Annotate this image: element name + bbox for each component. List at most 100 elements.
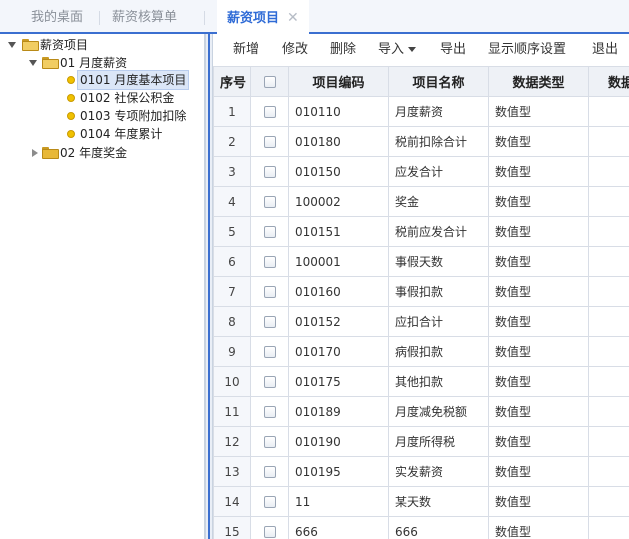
close-icon[interactable]: ✕ <box>287 10 299 26</box>
col-header-name[interactable]: 项目名称 <box>388 66 489 97</box>
cell-data <box>588 276 629 307</box>
tree-node-root[interactable]: 薪资项目 <box>40 36 88 54</box>
cell-code: 666 <box>288 516 389 539</box>
row-checkbox[interactable] <box>263 466 276 478</box>
cell-data-type: 数值型 <box>488 456 589 487</box>
cell-data-type: 数值型 <box>488 126 589 157</box>
table-row[interactable]: 11 010189 月度减免税额 数值型 <box>213 396 629 427</box>
chevron-down-icon <box>408 47 417 52</box>
cell-data <box>588 396 629 427</box>
row-checkbox[interactable] <box>263 286 276 298</box>
cell-data <box>588 336 629 367</box>
row-checkbox[interactable] <box>263 436 276 448</box>
row-checkbox[interactable] <box>263 346 276 358</box>
row-checkbox[interactable] <box>263 226 276 238</box>
row-index: 6 <box>213 246 251 277</box>
cell-name: 事假天数 <box>388 246 489 277</box>
tree-node-group-01[interactable]: 01 月度薪资 <box>60 54 127 72</box>
table-row[interactable]: 12 010190 月度所得税 数值型 <box>213 426 629 457</box>
row-index: 5 <box>213 216 251 247</box>
row-checkbox[interactable] <box>263 496 276 508</box>
tree-node-group-02[interactable]: 02 年度奖金 <box>60 144 127 162</box>
table-row[interactable]: 8 010152 应扣合计 数值型 <box>213 306 629 337</box>
table-row[interactable]: 5 010151 税前应发合计 数值型 <box>213 216 629 247</box>
cell-code: 010160 <box>288 276 389 307</box>
table-row[interactable]: 1 010110 月度薪资 数值型 <box>213 96 629 127</box>
expand-toggle-icon[interactable] <box>29 58 38 67</box>
tree-node-0103[interactable]: 0103 专项附加扣除 <box>80 107 186 125</box>
folder-open-icon <box>42 57 59 69</box>
row-select-cell <box>250 216 289 247</box>
cell-name: 应扣合计 <box>388 306 489 337</box>
row-select-cell <box>250 486 289 517</box>
col-header-select-all <box>250 66 289 97</box>
cell-data <box>588 246 629 277</box>
export-button[interactable]: 导出 <box>440 34 466 66</box>
tree-node-0101[interactable]: 0101 月度基本项目 <box>76 70 190 90</box>
display-order-button[interactable]: 显示顺序设置 <box>488 34 566 66</box>
row-checkbox[interactable] <box>263 376 276 388</box>
row-checkbox[interactable] <box>263 256 276 268</box>
row-checkbox[interactable] <box>263 166 276 178</box>
tab-my-desktop[interactable]: 我的桌面 <box>31 0 83 32</box>
row-index: 14 <box>213 486 251 517</box>
delete-button[interactable]: 删除 <box>330 34 356 66</box>
row-select-cell <box>250 246 289 277</box>
cell-data-type: 数值型 <box>488 276 589 307</box>
tab-separator <box>204 11 205 25</box>
row-index: 1 <box>213 96 251 127</box>
col-header-index[interactable]: 序号 <box>213 66 251 97</box>
tab-salary-calc-sheet[interactable]: 薪资核算单 <box>112 0 177 32</box>
tab-salary-items-label: 薪资项目 <box>227 11 280 26</box>
table-row[interactable]: 15 666 666 数值型 <box>213 516 629 539</box>
col-header-data-type[interactable]: 数据类型 <box>488 66 589 97</box>
salary-items-grid: 序号 项目编码 项目名称 数据类型 数据 1 010110月度薪资数值型 2 0101… <box>213 66 629 539</box>
table-row[interactable]: 14 11 某天数 数值型 <box>213 486 629 517</box>
cell-data <box>588 306 629 337</box>
cell-name: 月度所得税 <box>388 426 489 457</box>
cell-code: 010195 <box>288 456 389 487</box>
row-checkbox[interactable] <box>263 526 276 538</box>
import-dropdown-button[interactable]: 导入 <box>378 34 417 66</box>
table-row[interactable]: 2 010180 税前扣除合计 数值型 <box>213 126 629 157</box>
row-checkbox[interactable] <box>263 106 276 118</box>
exit-button[interactable]: 退出 <box>592 34 618 66</box>
import-label: 导入 <box>378 42 405 57</box>
edit-button[interactable]: 修改 <box>282 34 308 66</box>
table-row[interactable]: 4 100002 奖金 数值型 <box>213 186 629 217</box>
cell-code: 010175 <box>288 366 389 397</box>
cell-data-type: 数值型 <box>488 366 589 397</box>
table-row[interactable]: 13 010195 实发薪资 数值型 <box>213 456 629 487</box>
leaf-dot-icon <box>67 76 75 84</box>
cell-data <box>588 186 629 217</box>
cell-data <box>588 126 629 157</box>
row-checkbox[interactable] <box>263 136 276 148</box>
table-row[interactable]: 10 010175 其他扣款 数值型 <box>213 366 629 397</box>
row-select-cell <box>250 276 289 307</box>
col-header-code[interactable]: 项目编码 <box>288 66 389 97</box>
table-row[interactable]: 6 100001 事假天数 数值型 <box>213 246 629 277</box>
add-button[interactable]: 新增 <box>233 34 259 66</box>
cell-name: 税前应发合计 <box>388 216 489 247</box>
row-index: 3 <box>213 156 251 187</box>
tree-node-0102[interactable]: 0102 社保公积金 <box>80 89 174 107</box>
cell-name: 月度薪资 <box>388 96 489 127</box>
cell-data-type: 数值型 <box>488 216 589 247</box>
row-index: 15 <box>213 516 251 539</box>
expand-toggle-icon[interactable] <box>8 40 17 49</box>
select-all-checkbox[interactable] <box>263 75 276 88</box>
col-header-data[interactable]: 数据 <box>588 66 629 97</box>
row-select-cell <box>250 156 289 187</box>
collapse-toggle-icon[interactable] <box>32 148 41 157</box>
row-checkbox[interactable] <box>263 196 276 208</box>
cell-name: 税前扣除合计 <box>388 126 489 157</box>
table-row[interactable]: 7 010160 事假扣款 数值型 <box>213 276 629 307</box>
table-row[interactable]: 3 010150 应发合计 数值型 <box>213 156 629 187</box>
tree-node-0104[interactable]: 0104 年度累计 <box>80 125 162 143</box>
row-checkbox[interactable] <box>263 316 276 328</box>
tab-salary-items[interactable]: 薪资项目 ✕ <box>217 0 309 34</box>
panel-splitter[interactable] <box>205 34 213 539</box>
row-checkbox[interactable] <box>263 406 276 418</box>
table-row[interactable]: 9 010170 病假扣款 数值型 <box>213 336 629 367</box>
cell-code: 100001 <box>288 246 389 277</box>
